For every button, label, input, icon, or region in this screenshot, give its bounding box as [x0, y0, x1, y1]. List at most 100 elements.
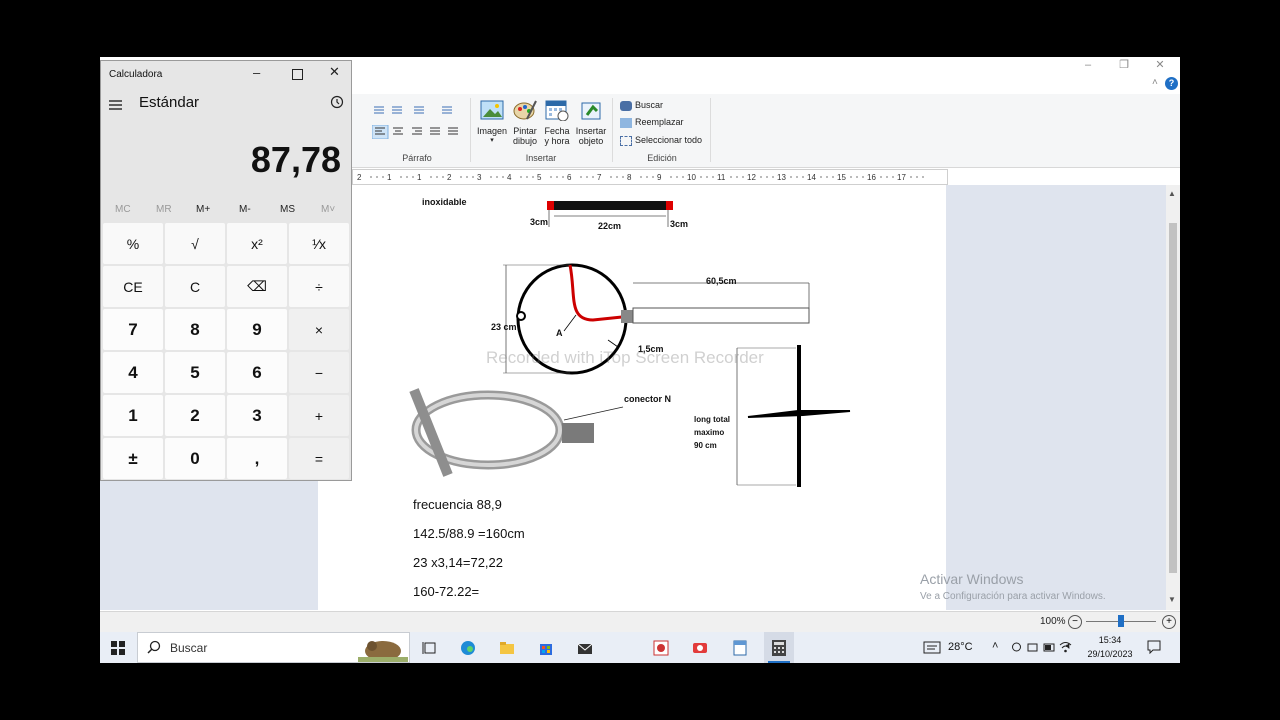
insert-paint-button[interactable]: Pintar dibujo [510, 99, 540, 149]
meet-now-icon[interactable] [1011, 641, 1022, 654]
memory-subtract-button[interactable]: M- [239, 204, 251, 215]
ruler-number: 7 [597, 173, 602, 182]
task-view-icon[interactable] [422, 640, 438, 656]
conector-label: conector N [624, 394, 672, 404]
calendar-clock-icon [545, 100, 569, 122]
close-button[interactable]: ✕ [1142, 57, 1178, 73]
taskbar-search-box[interactable]: Buscar [137, 632, 410, 663]
digit-3-button[interactable]: 3 [227, 395, 287, 436]
ruler-number: 12 [747, 173, 756, 182]
memory-add-button[interactable]: M+ [196, 204, 210, 215]
search-placeholder: Buscar [170, 641, 208, 655]
document-page[interactable]: inoxidable 3cm 22cm 3cm 60,5cm 23 cm A 1… [318, 185, 946, 610]
ruler[interactable]: 2 1 1 2 3 4 5 6 7 8 9 10 11 12 13 14 15 16 17 [352, 169, 948, 185]
store-icon[interactable] [538, 640, 554, 656]
digit-4-button[interactable]: 4 [103, 352, 163, 393]
ribbon-separator [470, 98, 471, 162]
paragraph-align-controls[interactable] [371, 124, 464, 140]
divide-button[interactable]: ÷ [289, 266, 349, 307]
screen-recorder-icon[interactable] [692, 640, 708, 656]
insert-object-button[interactable]: Insertar objeto [574, 99, 608, 149]
select-all-button[interactable]: Seleccionar todo [620, 135, 702, 146]
multiply-button[interactable]: × [289, 309, 349, 350]
backspace-button[interactable]: ⌫ [227, 266, 287, 307]
onedrive-icon[interactable] [1027, 641, 1038, 654]
equals-button[interactable]: = [289, 438, 349, 479]
volume-icon[interactable]: 🔈︎ [1066, 640, 1073, 653]
collapse-ribbon-icon[interactable]: ˄ [1152, 77, 1158, 88]
digit-7-button[interactable]: 7 [103, 309, 163, 350]
ruler-number: 2 [357, 173, 362, 182]
decimal-button[interactable]: , [227, 438, 287, 479]
calculator-taskbar-button[interactable] [764, 632, 794, 663]
antenna-photo [409, 388, 624, 477]
percent-button[interactable]: % [103, 223, 163, 264]
maximize-button[interactable] [292, 69, 303, 80]
close-button[interactable]: ✕ [329, 64, 340, 80]
weather-icon[interactable] [923, 641, 941, 654]
vertical-scrollbar[interactable]: ▲ ▼ [1166, 185, 1180, 610]
antenna-diagram [409, 201, 851, 487]
digit-5-button[interactable]: 5 [165, 352, 225, 393]
replace-button[interactable]: Reemplazar [620, 117, 684, 128]
clock-date[interactable]: 29/10/2023 [1084, 649, 1136, 659]
minimize-button[interactable]: – [253, 65, 260, 80]
square-root-button[interactable]: √ [165, 223, 225, 264]
clock-time[interactable]: 15:34 [1086, 635, 1134, 645]
digit-1-button[interactable]: 1 [103, 395, 163, 436]
scroll-up-icon[interactable]: ▲ [1168, 189, 1176, 198]
file-explorer-icon[interactable] [499, 640, 515, 656]
history-icon[interactable] [330, 95, 344, 109]
digit-8-button[interactable]: 8 [165, 309, 225, 350]
temperature[interactable]: 28°C [948, 641, 973, 653]
zoom-out-button[interactable]: − [1068, 615, 1082, 629]
app-red-icon[interactable] [653, 640, 669, 656]
tray-chevron-up-icon[interactable]: ˄ [992, 640, 998, 652]
reciprocal-button[interactable]: ¹⁄x [289, 223, 349, 264]
minimize-button[interactable]: – [1070, 57, 1106, 73]
image-label: Imagen [476, 126, 508, 136]
ruler-number: 1 [387, 173, 392, 182]
digit-0-button[interactable]: 0 [165, 438, 225, 479]
add-button[interactable]: + [289, 395, 349, 436]
edge-icon[interactable] [460, 640, 476, 656]
ruler-number: 15 [837, 173, 846, 182]
ruler-number: 11 [717, 173, 726, 182]
clear-entry-button[interactable]: CE [103, 266, 163, 307]
ruler-number: 13 [777, 173, 786, 182]
ruler-number: 9 [657, 173, 662, 182]
dim-22cm: 22cm [598, 221, 622, 231]
object-label: Insertar objeto [575, 126, 607, 146]
digit-9-button[interactable]: 9 [227, 309, 287, 350]
calculator-title: Calculadora [109, 69, 163, 80]
mail-icon[interactable] [577, 640, 593, 656]
square-button[interactable]: x² [227, 223, 287, 264]
negate-button[interactable]: ± [103, 438, 163, 479]
dim-3cm-left: 3cm [530, 217, 549, 227]
battery-icon[interactable] [1043, 641, 1056, 654]
taskbar: Buscar 28°C ˄ 🔈︎ 15:34 29/10/2023 [100, 632, 1180, 663]
paragraph-list-controls[interactable] [372, 104, 464, 118]
clear-button[interactable]: C [165, 266, 225, 307]
digit-2-button[interactable]: 2 [165, 395, 225, 436]
zoom-in-button[interactable]: + [1162, 615, 1176, 629]
digit-6-button[interactable]: 6 [227, 352, 287, 393]
windows-start-icon[interactable] [111, 641, 125, 655]
find-button[interactable]: Buscar [620, 100, 663, 111]
select-all-icon [620, 135, 632, 146]
image-icon [480, 100, 504, 120]
notifications-icon[interactable] [1147, 640, 1161, 655]
restore-button[interactable]: ❐ [1106, 57, 1142, 73]
insert-image-button[interactable]: Imagen ▾ [476, 99, 508, 149]
zoom-slider-thumb[interactable] [1118, 615, 1124, 627]
ruler-number: 10 [687, 173, 696, 182]
scroll-down-icon[interactable]: ▼ [1168, 595, 1176, 604]
doc-line-3: 23 x3,14=72,22 [413, 555, 503, 570]
help-icon[interactable]: ? [1165, 77, 1178, 90]
scroll-thumb[interactable] [1169, 223, 1177, 573]
memory-store-button[interactable]: MS [280, 204, 295, 215]
insert-datetime-button[interactable]: Fecha y hora [542, 99, 572, 149]
wordpad-taskbar-icon[interactable] [732, 640, 748, 656]
subtract-button[interactable]: − [289, 352, 349, 393]
menu-icon[interactable] [109, 97, 122, 110]
